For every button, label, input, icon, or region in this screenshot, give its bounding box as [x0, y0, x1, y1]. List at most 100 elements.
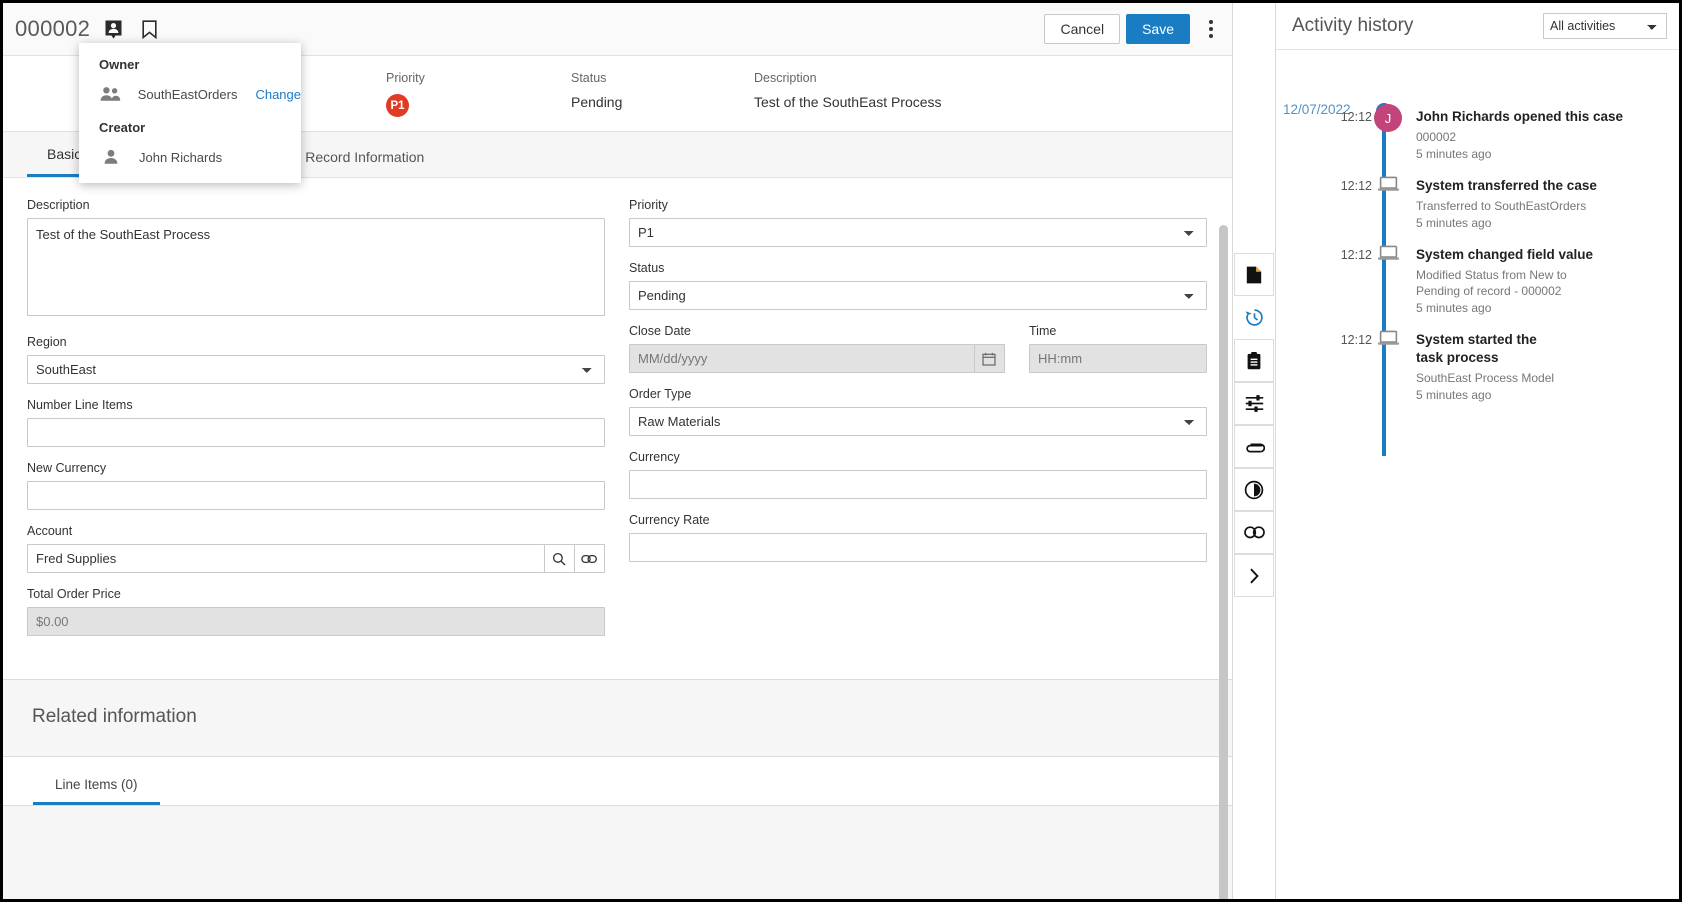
region-select[interactable]: SouthEast — [27, 355, 605, 384]
person-badge-icon[interactable] — [100, 16, 126, 42]
field-description: Description Test of the SouthEast Proces… — [27, 198, 605, 321]
rail-clock-icon[interactable] — [1234, 468, 1274, 511]
activity-timestamp: 5 minutes ago — [1416, 388, 1492, 402]
creator-name: John Richards — [139, 149, 223, 165]
status-select[interactable]: Pending — [629, 281, 1207, 310]
label-priority: Priority — [629, 198, 668, 212]
rail-document-icon[interactable] — [1234, 253, 1274, 296]
record-id: 000002 — [15, 16, 91, 41]
owner-popover: Owner SouthEastOrders Change Creator Joh… — [79, 43, 301, 183]
currency-rate-input[interactable] — [629, 533, 1207, 562]
field-close-date-time: Close Date MM/dd/yyyy Time HH:mm — [629, 324, 1207, 373]
tab-record-information[interactable]: Record Information — [285, 149, 444, 177]
field-region: Region SouthEast — [27, 335, 605, 384]
owner-section-label: Owner — [99, 57, 140, 72]
account-input[interactable] — [27, 544, 545, 573]
bookmark-icon[interactable] — [136, 16, 162, 42]
activity-body: System changed field value Modified Stat… — [1404, 246, 1679, 331]
rail-clipboard-icon[interactable] — [1234, 339, 1274, 382]
related-tabs: Line Items (0) — [3, 756, 1232, 806]
laptop-icon — [1377, 176, 1400, 246]
rail-sliders-icon[interactable] — [1234, 382, 1274, 425]
chevron-right-icon — [1250, 568, 1259, 583]
label-description: Description — [27, 198, 90, 212]
rail-link-icon[interactable] — [1234, 511, 1274, 554]
order-type-select[interactable]: Raw Materials — [629, 407, 1207, 436]
summary-description-value: Test of the SouthEast Process — [754, 94, 942, 110]
label-currency-rate: Currency Rate — [629, 513, 710, 527]
form-scroll-area: Description Test of the SouthEast Proces… — [3, 178, 1232, 899]
activity-heading: John Richards opened this case — [1416, 109, 1624, 124]
field-time: Time — [1029, 324, 1207, 373]
link-icon[interactable] — [574, 544, 606, 573]
cancel-button[interactable]: Cancel — [1044, 14, 1121, 44]
activity-time: 12:12 — [1340, 248, 1372, 262]
sliders-icon — [1245, 395, 1263, 412]
activity-marker — [1372, 245, 1404, 331]
laptop-icon — [1377, 330, 1400, 418]
activity-timestamp: 5 minutes ago — [1416, 301, 1492, 316]
activity-subtext: Modified Status from New to Pending of r… — [1416, 267, 1567, 298]
change-owner-link[interactable]: Change — [255, 87, 301, 102]
summary-status-label: Status — [571, 71, 607, 85]
creator-section-label: Creator — [99, 120, 146, 135]
activity-timestamp: 5 minutes ago — [1416, 216, 1492, 230]
close-date-input[interactable] — [629, 344, 974, 373]
summary-description-label: Description — [754, 71, 817, 85]
label-close-date: Close Date — [629, 324, 691, 338]
form-right-column: Priority P1 Status Pending Close Date MM… — [629, 198, 1207, 650]
activity-header: Activity history All activities — [1276, 3, 1679, 50]
activity-time: 12:12 — [1340, 179, 1372, 193]
activity-history-panel: Activity history All activities 12/07/20… — [1276, 3, 1679, 899]
label-number-line-items: Number Line Items — [27, 398, 133, 412]
label-region: Region — [27, 335, 67, 349]
activity-item[interactable]: 12:12 System transferred the case Transf… — [1276, 176, 1679, 246]
document-icon — [1246, 266, 1262, 283]
main-scrollbar-thumb[interactable] — [1219, 225, 1228, 899]
summary-status: Status Pending — [571, 69, 622, 110]
time-input[interactable] — [1029, 344, 1207, 373]
activity-heading: System started the task process — [1416, 332, 1537, 365]
rail-paperclip-icon[interactable] — [1234, 425, 1274, 468]
save-button[interactable]: Save — [1126, 14, 1190, 44]
search-icon[interactable] — [544, 544, 575, 573]
activity-body: System started the task process SouthEas… — [1404, 331, 1679, 418]
main-scrollbar[interactable] — [1219, 225, 1228, 899]
related-information-title: Related information — [32, 706, 197, 727]
activity-item[interactable]: 12:12 System started the task process So… — [1276, 330, 1679, 418]
kebab-menu-icon[interactable] — [1198, 14, 1224, 44]
clock-icon — [1244, 480, 1264, 499]
label-currency: Currency — [629, 450, 680, 464]
priority-select[interactable]: P1 — [629, 218, 1207, 247]
currency-input[interactable] — [629, 470, 1207, 499]
field-close-date: Close Date — [629, 324, 1005, 373]
account-lookup-group — [27, 544, 606, 573]
field-order-type: Order Type Raw Materials — [629, 387, 1207, 436]
activity-item[interactable]: 12:12 J John Richards opened this case 0… — [1276, 104, 1679, 177]
activity-item[interactable]: 12:12 System changed field value Modifie… — [1276, 245, 1679, 331]
field-account: Account — [27, 524, 606, 573]
priority-badge: P1 — [386, 94, 409, 117]
record-main-column: 000002 Cancel Save Owner SouthEastOrders… — [3, 3, 1232, 899]
new-currency-input[interactable] — [27, 481, 605, 510]
side-icon-rail — [1232, 3, 1276, 899]
form-grid: Description Test of the SouthEast Proces… — [27, 198, 1208, 650]
close-date-group — [629, 344, 1005, 373]
activity-marker — [1372, 176, 1404, 246]
activity-filter-select[interactable]: All activities — [1543, 13, 1667, 39]
field-status: Status Pending — [629, 261, 1207, 310]
activity-marker — [1372, 330, 1404, 418]
tab-line-items[interactable]: Line Items (0) — [33, 777, 160, 805]
form-left-column: Description Test of the SouthEast Proces… — [27, 198, 606, 650]
description-textarea[interactable]: Test of the SouthEast Process — [27, 218, 605, 316]
calendar-icon[interactable] — [973, 344, 1005, 373]
number-line-items-input[interactable] — [27, 418, 605, 447]
activity-heading: System transferred the case — [1416, 178, 1597, 193]
link-icon — [1243, 526, 1265, 539]
summary-priority-label: Priority — [386, 71, 425, 85]
label-new-currency: New Currency — [27, 461, 107, 475]
field-currency: Currency — [629, 450, 1207, 499]
rail-chevron-right-icon[interactable] — [1234, 554, 1274, 597]
rail-history-icon[interactable] — [1234, 296, 1274, 339]
field-number-line-items: Number Line Items — [27, 398, 605, 447]
